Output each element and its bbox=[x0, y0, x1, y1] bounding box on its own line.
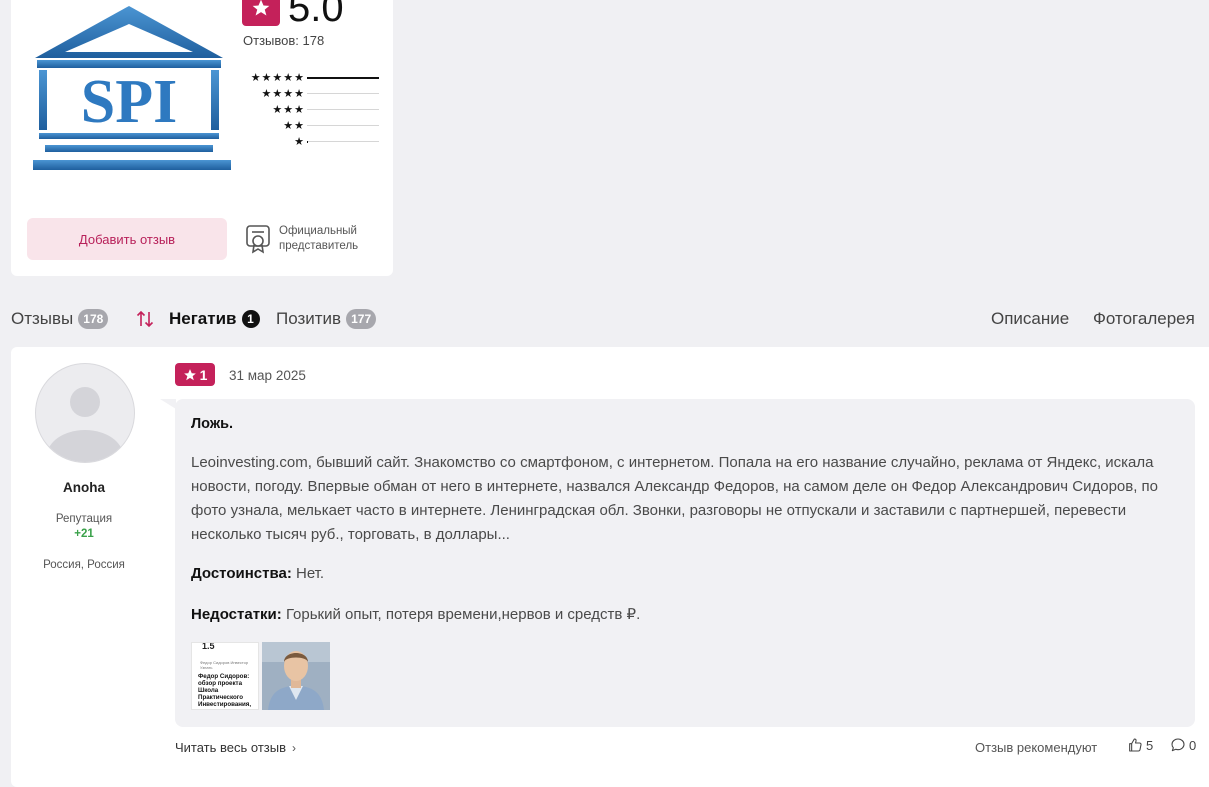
sort-button[interactable] bbox=[135, 309, 155, 329]
bubble-tail bbox=[160, 399, 176, 409]
certificate-icon bbox=[246, 225, 270, 254]
distribution-stars: ★★★★ bbox=[261, 88, 305, 100]
review-pros: Достоинства: Нет. bbox=[191, 565, 324, 582]
tab-negative[interactable]: Негатив 1 bbox=[169, 309, 260, 329]
review-title: Ложь. bbox=[191, 416, 234, 432]
comment-count: 0 bbox=[1189, 737, 1197, 753]
thumbs-up-icon bbox=[1129, 738, 1142, 752]
sort-arrows-icon bbox=[136, 310, 154, 328]
rating-distribution: ★★★★★ ★★★★ ★★★ ★★ ★ bbox=[243, 70, 383, 150]
author-location: Россия, Россия bbox=[43, 559, 125, 571]
tab-gallery[interactable]: Фотогалерея bbox=[1093, 309, 1195, 329]
comments-button[interactable]: 0 bbox=[1170, 737, 1196, 753]
tab-description[interactable]: Описание bbox=[991, 309, 1069, 329]
reputation-label: Репутация bbox=[55, 513, 113, 525]
read-full-review-link[interactable]: Читать весь отзыв › bbox=[175, 740, 296, 755]
official-representative-label: Официальный представитель bbox=[279, 225, 359, 252]
distribution-row: ★★★★ bbox=[243, 86, 383, 102]
distribution-row: ★★★ bbox=[243, 102, 383, 118]
tab-negative-label: Негатив bbox=[169, 309, 237, 328]
pros-text: Нет. bbox=[296, 565, 325, 582]
thumbnail-subtext: Федор Сидоров Инвестор Узнать bbox=[200, 660, 249, 670]
tab-reviews-label: Отзывы bbox=[11, 309, 74, 328]
user-placeholder-icon bbox=[47, 387, 123, 462]
pros-label: Достоинства: bbox=[191, 565, 292, 582]
distribution-bar bbox=[307, 140, 308, 143]
tab-positive-label: Позитив bbox=[276, 309, 342, 328]
review-text: Leoinvesting.com, бывший сайт. Знакомств… bbox=[191, 454, 1159, 543]
add-review-button[interactable]: Добавить отзыв bbox=[27, 218, 227, 260]
tab-positive-count: 177 bbox=[346, 309, 377, 329]
cons-text: Горький опыт, потеря времени,нервов и ср… bbox=[285, 606, 641, 623]
recommend-label: Отзыв рекомендуют bbox=[975, 740, 1098, 755]
review-cons: Недостатки: Горький опыт, потеря времени… bbox=[191, 605, 640, 623]
star-icon bbox=[252, 0, 270, 16]
distribution-row: ★ bbox=[243, 134, 383, 150]
distribution-stars: ★★ bbox=[283, 120, 305, 132]
company-card: SPI 5.0 Отзывов: 178 ★★★★★ ★★★★ ★★★ ★★ ★ bbox=[11, 0, 393, 276]
read-more-label: Читать весь отзыв bbox=[175, 740, 287, 755]
tab-reviews[interactable]: Отзывы 178 bbox=[11, 309, 109, 329]
distribution-row: ★★ bbox=[243, 118, 383, 134]
tab-description-label: Описание bbox=[991, 309, 1070, 328]
avatar[interactable] bbox=[35, 363, 135, 463]
official-representative[interactable]: Официальный представитель bbox=[245, 224, 389, 254]
star-icon bbox=[183, 368, 196, 380]
company-logo: SPI bbox=[33, 6, 231, 170]
review-body: Ложь. Leoinvesting.com, бывший сайт. Зна… bbox=[175, 399, 1195, 727]
tab-negative-count: 1 bbox=[241, 310, 260, 328]
rating-star-badge bbox=[242, 0, 280, 26]
thumbnail-top-text: 1.5 bbox=[202, 642, 215, 651]
like-count: 5 bbox=[1146, 737, 1154, 753]
like-button[interactable]: 5 bbox=[1127, 737, 1153, 753]
tab-reviews-count: 178 bbox=[78, 309, 109, 329]
tab-positive[interactable]: Позитив 177 bbox=[276, 309, 377, 329]
review-score: 1 bbox=[199, 366, 208, 383]
distribution-stars: ★ bbox=[294, 136, 305, 148]
distribution-row: ★★★★★ bbox=[243, 70, 383, 86]
review-tabs: Отзывы 178 Негатив 1 Позитив 177 Описани… bbox=[11, 309, 1209, 333]
author-name[interactable]: Anoha bbox=[11, 480, 157, 495]
tab-gallery-label: Фотогалерея bbox=[1093, 309, 1195, 328]
reviews-count: Отзывов: 178 bbox=[243, 33, 325, 48]
person-photo bbox=[262, 642, 330, 710]
thumbnail-caption: Федор Сидоров: обзор проекта Школа Практ… bbox=[198, 673, 252, 709]
chevron-right-icon: › bbox=[292, 740, 297, 755]
review-photo-thumbnail[interactable]: 1.5 Федор Сидоров Инвестор Узнать Федор … bbox=[191, 642, 259, 710]
review-date: 31 мар 2025 bbox=[229, 368, 306, 383]
distribution-stars: ★★★★★ bbox=[250, 72, 305, 84]
review-card: Anoha Репутация +21 Россия, Россия 1 31 … bbox=[11, 347, 1209, 787]
svg-text:SPI: SPI bbox=[81, 68, 177, 136]
review-score-badge: 1 bbox=[175, 363, 215, 386]
comment-icon bbox=[1171, 738, 1185, 752]
cons-label: Недостатки: bbox=[191, 606, 282, 623]
review-photo-thumbnail[interactable] bbox=[262, 642, 330, 710]
rating-value: 5.0 bbox=[288, 0, 344, 30]
reputation-value: +21 bbox=[74, 528, 94, 540]
distribution-stars: ★★★ bbox=[272, 104, 305, 116]
distribution-bar bbox=[307, 76, 379, 79]
